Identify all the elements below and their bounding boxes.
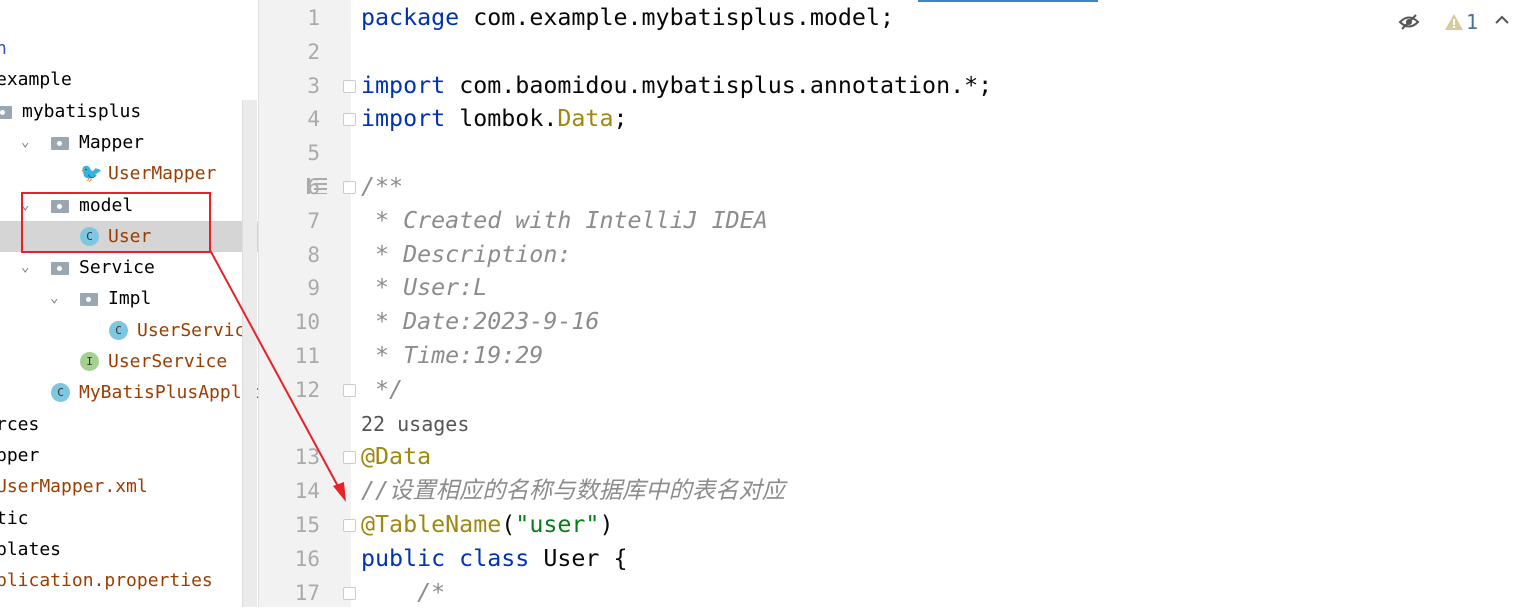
annotation-arrow <box>209 249 346 502</box>
